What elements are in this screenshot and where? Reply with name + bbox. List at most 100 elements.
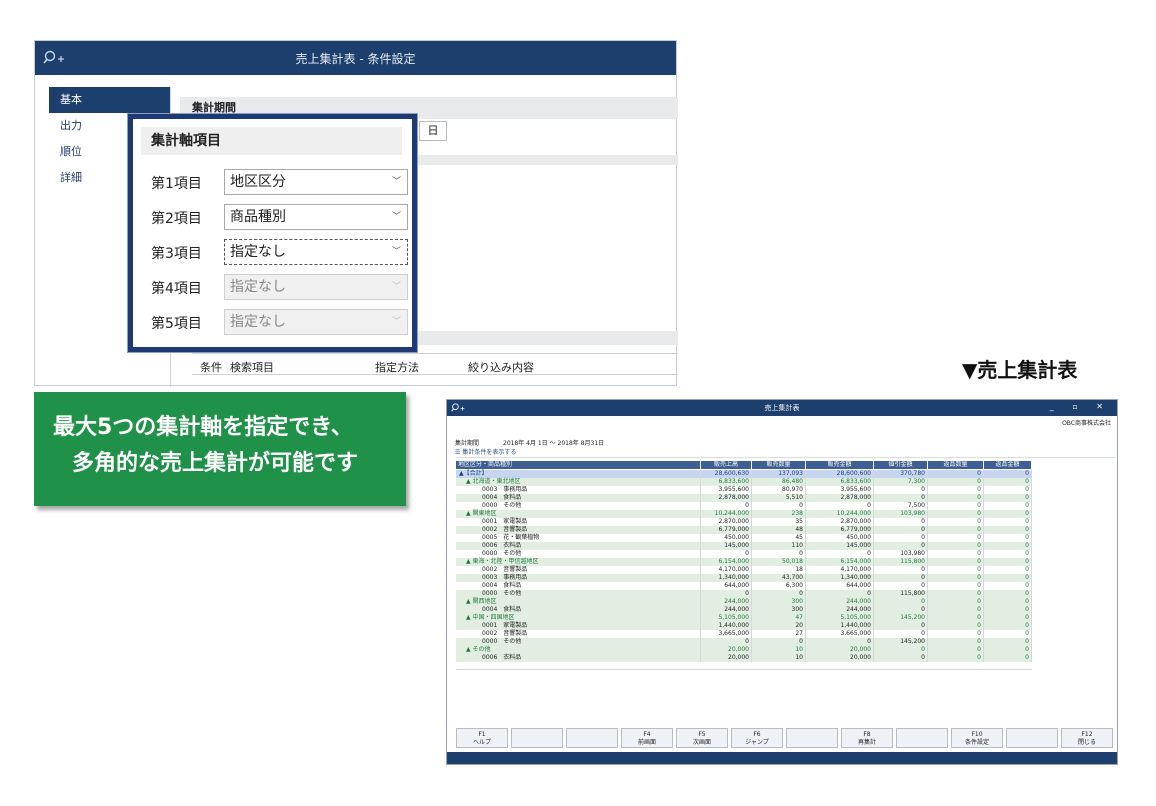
table-cell: 145,000 <box>806 542 874 550</box>
date-field[interactable]: 日 <box>419 121 447 141</box>
row-label: 0003 事務用品 <box>456 574 701 582</box>
table-row[interactable]: ▲ 東海・北陸・甲信越地区 6,154,000 50,018 6,154,000 115… <box>456 558 1032 566</box>
table-row[interactable]: 0006 衣料品 20,000 10 20,000 0 0 0 <box>456 654 1032 662</box>
table-cell: 5,105,000 <box>701 614 752 622</box>
table-cell: 0 <box>928 606 984 614</box>
function-key-f5[interactable]: F5 次画面 <box>676 728 728 748</box>
table-cell: 644,000 <box>806 582 874 590</box>
table-cell: 6,833,600 <box>701 478 752 486</box>
column-header[interactable]: 地区区分・商品種別 <box>456 461 700 469</box>
row-label: ▲ 北海道・東北地区 <box>456 478 701 486</box>
table-cell: 110 <box>752 542 806 550</box>
window-controls[interactable]: _ ▫ ✕ <box>1050 402 1111 411</box>
table-row[interactable]: 0001 家電製品 1,440,000 20 1,440,000 0 0 0 <box>456 622 1032 630</box>
row-label: 0006 衣料品 <box>456 654 701 662</box>
table-cell: 1,440,000 <box>701 622 752 630</box>
row-label: 0001 家電製品 <box>456 518 701 526</box>
table-row[interactable]: 0006 衣料品 145,000 110 145,000 0 0 0 <box>456 542 1032 550</box>
table-cell: 0 <box>984 638 1032 646</box>
row-label: 0003 事務用品 <box>456 486 701 494</box>
table-row[interactable]: 0002 音響製品 3,665,000 27 3,665,000 0 0 0 <box>456 630 1032 638</box>
table-row[interactable]: 0003 事務用品 1,340,000 43,700 1,340,000 0 0 0 <box>456 574 1032 582</box>
table-cell: 3,955,600 <box>806 486 874 494</box>
table-cell: 370,780 <box>874 470 928 478</box>
column-header[interactable]: 返品金額 <box>984 461 1031 469</box>
table-cell: 244,000 <box>701 606 752 614</box>
company-name: OBC商事株式会社 <box>1062 420 1111 427</box>
select-value: 指定なし <box>230 279 286 295</box>
function-key-f12[interactable]: F12 閉じる <box>1061 728 1113 748</box>
table-row[interactable]: 0000 その他 0 0 0 115,800 0 0 <box>456 590 1032 598</box>
table-row[interactable]: 0004 食料品 644,000 6,300 644,000 0 0 0 <box>456 582 1032 590</box>
table-cell: 0 <box>928 494 984 502</box>
table-row[interactable]: 0000 その他 0 0 0 7,500 0 0 <box>456 502 1032 510</box>
table-cell: 3,665,000 <box>701 630 752 638</box>
function-key-f10[interactable]: F10 条件設定 <box>951 728 1003 748</box>
table-cell: 0 <box>984 646 1032 654</box>
axis-item-select-2[interactable]: 商品種別 ﹀ <box>224 204 408 230</box>
function-key-f1[interactable]: F1 ヘルプ <box>456 728 508 748</box>
filter-header-row: 条件 検索項目 指定方法 絞り込み内容 <box>192 353 678 375</box>
table-cell: 48 <box>752 526 806 534</box>
table-row[interactable]: ▲ その他 20,000 10 20,000 0 0 0 <box>456 646 1032 654</box>
window-title: 売上集計表 <box>764 404 800 412</box>
table-cell: 3,665,000 <box>806 630 874 638</box>
column-header[interactable]: 返品数量 <box>928 461 983 469</box>
table-row[interactable]: 0002 音響製品 6,779,000 48 6,779,000 0 0 0 <box>456 526 1032 534</box>
axis-item-select-1[interactable]: 地区区分 ﹀ <box>224 169 408 195</box>
table-row[interactable]: 0000 その他 0 0 0 145,200 0 0 <box>456 638 1032 646</box>
table-cell: 50,018 <box>752 558 806 566</box>
function-key-f8[interactable]: F8 再集計 <box>841 728 893 748</box>
table-row[interactable]: 0000 その他 0 0 0 103,980 0 0 <box>456 550 1032 558</box>
table-cell: 20,000 <box>806 646 874 654</box>
chevron-down-icon: ﹀ <box>391 177 401 187</box>
table-cell: 0 <box>928 558 984 566</box>
table-cell: 10 <box>752 646 806 654</box>
status-bar <box>447 752 1117 764</box>
row-label: 0002 音響製品 <box>456 566 701 574</box>
table-cell: 5,510 <box>752 494 806 502</box>
column-header[interactable]: 値引金額 <box>874 461 927 469</box>
table-row[interactable]: 0004 食料品 244,000 300 244,000 0 0 0 <box>456 606 1032 614</box>
table-row[interactable]: ▲ 北海道・東北地区 6,833,600 86,480 6,833,600 7,300 0… <box>456 478 1032 486</box>
table-row[interactable]: ▲【合計】 28,600,630 137,093 28,600,600 370,780 0… <box>456 470 1032 478</box>
table-cell: 0 <box>701 590 752 598</box>
table-cell: 0 <box>984 558 1032 566</box>
table-row[interactable]: ▲ 関西地区 244,000 300 244,000 0 0 0 <box>456 598 1032 606</box>
row-label: 0004 食料品 <box>456 582 701 590</box>
table-cell: 2,878,000 <box>806 494 874 502</box>
table-cell: 0 <box>984 534 1032 542</box>
fkey-code: F10 <box>971 731 983 738</box>
table-cell: 0 <box>984 614 1032 622</box>
row-label: ▲ 中国・四国地区 <box>456 614 701 622</box>
fkey-label: 条件設定 <box>964 739 989 746</box>
column-header[interactable]: 販売数量 <box>752 461 805 469</box>
function-key-f6[interactable]: F6 ジャンプ <box>731 728 783 748</box>
table-row[interactable]: 0002 音響製品 4,170,000 18 4,170,000 0 0 0 <box>456 566 1032 574</box>
table-cell: 644,000 <box>701 582 752 590</box>
table-row[interactable]: ▲ 中国・四国地区 5,105,000 47 5,105,000 145,200 0 0 <box>456 614 1032 622</box>
sidebar-item-basic[interactable]: 基本 <box>49 87 170 113</box>
show-conditions-toggle[interactable]: ☰ 集計条件を表示する <box>455 447 516 456</box>
column-header[interactable]: 販売金額 <box>806 461 873 469</box>
table-cell: 28,600,630 <box>701 470 752 478</box>
table-row[interactable]: 0004 食料品 2,878,000 5,510 2,878,000 0 0 0 <box>456 494 1032 502</box>
column-header[interactable]: 販売上高 <box>701 461 751 469</box>
axis-item-select-3[interactable]: 指定なし ﹀ <box>224 239 408 265</box>
table-row[interactable]: 0003 事務用品 3,955,600 80,970 3,955,600 0 0 0 <box>456 486 1032 494</box>
fkey-label: 再集計 <box>857 739 876 746</box>
table-row[interactable]: 0001 家電製品 2,870,000 35 2,870,000 0 0 0 <box>456 518 1032 526</box>
table-cell: 0 <box>874 534 928 542</box>
row-label: 0004 食料品 <box>456 494 701 502</box>
table-cell: 28,600,600 <box>806 470 874 478</box>
table-cell: 0 <box>874 582 928 590</box>
row-label: 0004 食料品 <box>456 606 701 614</box>
table-row[interactable]: 0005 花・観葉植物 450,000 45 450,000 0 0 0 <box>456 534 1032 542</box>
row-label: 0001 家電製品 <box>456 622 701 630</box>
table-cell: 0 <box>928 510 984 518</box>
table-row[interactable]: ▲ 関東地区 10,244,000 238 10,244,000 103,980 0 0 <box>456 510 1032 518</box>
table-cell: 5,105,000 <box>806 614 874 622</box>
divider <box>456 457 1116 458</box>
table-cell: 47 <box>752 614 806 622</box>
function-key-f4[interactable]: F4 前画面 <box>621 728 673 748</box>
